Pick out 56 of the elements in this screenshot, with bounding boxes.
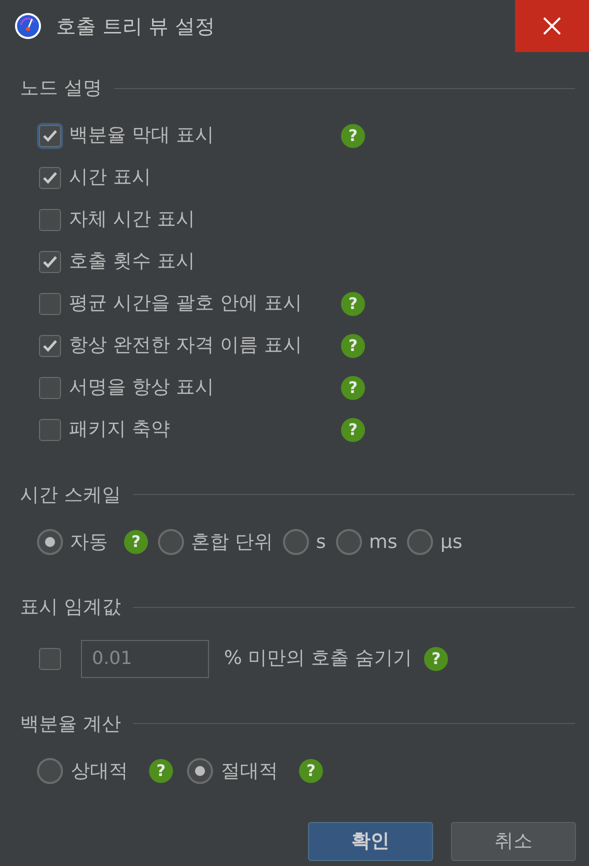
checkbox-label[interactable]: 자체 시간 표시	[69, 205, 341, 234]
section-heading: 시간 스케일	[20, 482, 122, 508]
checkbox[interactable]	[37, 646, 63, 672]
threshold-field[interactable]: 0.01	[81, 640, 209, 678]
gauge-icon	[14, 12, 42, 40]
close-button[interactable]	[515, 0, 589, 52]
checkbox[interactable]	[37, 122, 63, 148]
checkbox[interactable]	[37, 164, 63, 190]
radio-label[interactable]: µs	[440, 528, 462, 556]
section-heading: 노드 설명	[20, 76, 102, 101]
radio-button[interactable]	[283, 529, 310, 555]
checkbox-label[interactable]: 호출 횟수 표시	[69, 247, 341, 276]
checkbox-label[interactable]: 패키지 축약	[69, 415, 341, 444]
ok-button[interactable]: 확인	[308, 822, 433, 861]
help-button[interactable]: ?	[341, 418, 365, 442]
help-button[interactable]: ?	[341, 376, 365, 400]
checkbox[interactable]	[37, 206, 63, 232]
section-heading: 백분율 계산	[20, 712, 122, 736]
radio-label[interactable]: s	[316, 528, 326, 556]
radio-button[interactable]	[37, 529, 63, 555]
checkbox[interactable]	[37, 416, 63, 442]
checkbox[interactable]	[37, 290, 63, 316]
checkbox-label[interactable]: 서명을 항상 표시	[69, 373, 341, 402]
help-button[interactable]: ?	[341, 124, 365, 148]
help-button[interactable]: ?	[341, 334, 365, 358]
radio-button[interactable]	[407, 529, 434, 555]
radio-label[interactable]: 상대적	[71, 756, 149, 786]
checkmark-icon	[42, 254, 58, 268]
checkmark-icon	[42, 170, 58, 184]
checkmark-icon	[42, 128, 58, 142]
checkbox-label[interactable]: 평균 시간을 괄호 안에 표시	[69, 289, 341, 318]
cancel-button[interactable]: 취소	[451, 822, 576, 861]
radio-button[interactable]	[336, 529, 362, 555]
checkbox[interactable]	[37, 248, 63, 274]
checkbox-label[interactable]: 시간 표시	[69, 163, 341, 192]
help-button[interactable]: ?	[124, 530, 148, 554]
checkbox[interactable]	[37, 332, 63, 358]
radio-button[interactable]	[187, 758, 213, 784]
checkbox-label[interactable]: 백분율 막대 표시	[69, 121, 341, 150]
checkbox-label[interactable]: 항상 완전한 자격 이름 표시	[69, 331, 341, 360]
checkbox[interactable]	[37, 374, 63, 400]
radio-button[interactable]	[158, 529, 184, 555]
help-button[interactable]: ?	[299, 759, 323, 783]
radio-button[interactable]	[37, 758, 63, 784]
help-button[interactable]: ?	[149, 759, 173, 783]
threshold-label: % 미만의 호출 숨기기	[224, 646, 412, 672]
help-button[interactable]: ?	[424, 646, 448, 670]
radio-label[interactable]: 혼합 단위	[191, 528, 274, 556]
window-title: 호출 트리 뷰 설정	[56, 13, 216, 40]
radio-label[interactable]: 자동	[70, 528, 108, 556]
close-icon	[542, 16, 562, 36]
radio-label[interactable]: 절대적	[221, 756, 299, 786]
section-heading: 표시 임계값	[20, 595, 122, 620]
checkmark-icon	[42, 338, 58, 352]
radio-label[interactable]: ms	[368, 528, 398, 556]
help-button[interactable]: ?	[341, 292, 365, 316]
